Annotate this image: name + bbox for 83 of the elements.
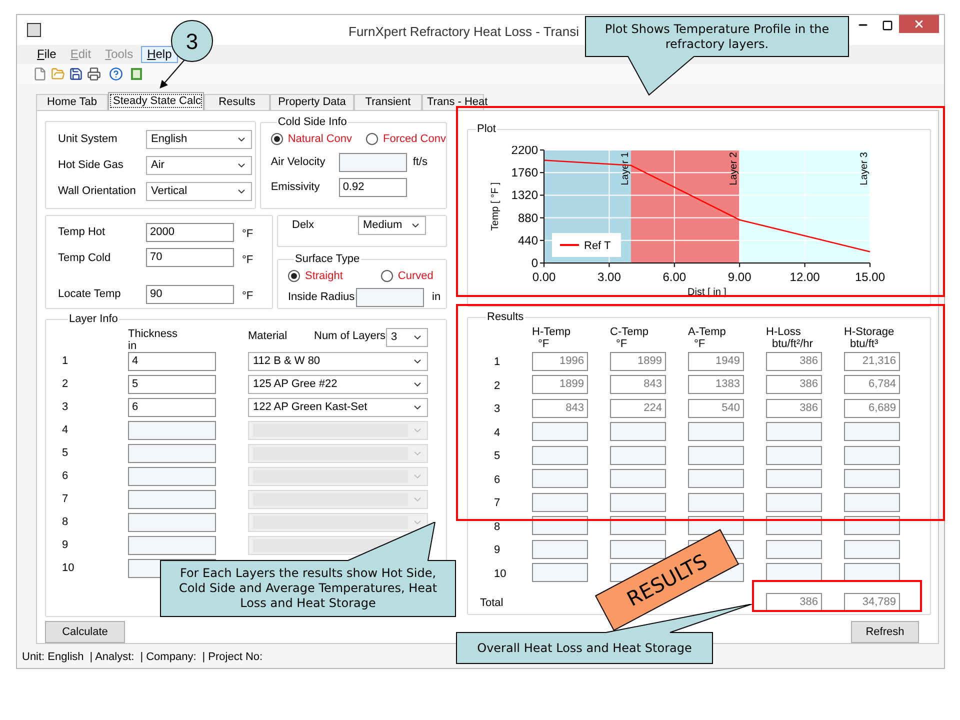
row-number: 3	[494, 403, 500, 416]
unit-label: °F	[615, 338, 628, 350]
field-label: Temp Hot	[58, 225, 106, 240]
row-number: 10	[494, 568, 506, 580]
x-tick-label: 0.00	[532, 270, 556, 284]
row-number: 1	[62, 354, 70, 369]
field-label: Num of Layers	[314, 328, 386, 344]
row-number: 10	[62, 560, 76, 576]
row-number: 5	[62, 446, 70, 461]
unit-label: °F	[537, 338, 550, 350]
y-tick-label: 880	[518, 210, 538, 225]
x-tick-label: 3.00	[598, 270, 621, 284]
row-number: 7	[494, 497, 500, 510]
x-tick-label: 12.00	[790, 270, 820, 284]
column-header: Thickness	[128, 328, 179, 340]
column-header: A-Temp	[688, 326, 727, 338]
group-title: Plot	[476, 122, 497, 138]
column-header: H-Temp	[532, 326, 572, 338]
row-number: 8	[62, 514, 70, 530]
field-label: Air Velocity	[270, 155, 326, 170]
column-header: Material	[248, 328, 288, 344]
field-label: Temp Cold	[58, 250, 112, 266]
layer-label: Layer 1	[620, 152, 631, 186]
row-number: 1	[494, 356, 500, 368]
window-title: FurnXpert Refractory Heat Loss - Transi	[348, 23, 579, 41]
legend-label: Ref T	[584, 240, 611, 252]
radio-label: Natural Conv	[288, 132, 352, 147]
x-tick-label: 9.00	[728, 270, 752, 284]
unit-label: °F	[242, 227, 254, 242]
unit-label: °F	[242, 289, 254, 304]
field-label: Inside Radius	[288, 290, 356, 306]
row-number: 5	[494, 450, 500, 462]
field-label: Locate Temp	[58, 287, 122, 302]
radio-label: Curved	[398, 268, 434, 284]
callout-text: Overall Heat Loss and Heat Storage	[477, 640, 692, 656]
radio-label: Straight	[305, 268, 343, 284]
x-tick-label: 15.00	[854, 270, 886, 284]
y-tick-label: 0	[531, 256, 538, 270]
group-title: Layer Info	[68, 312, 119, 328]
status-text: | Company:	[140, 650, 196, 665]
unit-label: in	[432, 290, 441, 306]
status-text: | Analyst:	[90, 650, 134, 665]
group-title: Surface Type	[294, 252, 361, 268]
y-tick-label: 1320	[511, 188, 538, 202]
field-label: Hot Side Gas	[58, 158, 124, 174]
row-number: 2	[494, 380, 500, 392]
row-number: 9	[62, 538, 70, 553]
radio-label: Forced Conv	[383, 132, 446, 147]
status-text: | Project No:	[202, 650, 263, 665]
group-title: Results	[486, 310, 525, 326]
row-number: 8	[494, 520, 500, 533]
y-tick-label: 1760	[511, 165, 538, 180]
unit-label: °F	[242, 252, 254, 268]
row-number: 6	[62, 468, 70, 484]
group-title: Cold Side Info	[276, 115, 348, 130]
unit-label: btu/ft³	[849, 338, 880, 350]
x-tick-label: 6.00	[662, 270, 686, 284]
field-label: Wall Orientation	[58, 184, 137, 200]
unit-label: °F	[693, 338, 706, 350]
callout-text: Plot Shows Temperature Profile in the refractory layers.	[604, 22, 830, 52]
column-header: H-Storage	[844, 326, 896, 338]
field-label: Unit System	[58, 132, 118, 148]
row-number: 9	[494, 544, 500, 556]
layer-label: Layer 3	[859, 152, 870, 186]
row-number: 3	[62, 400, 70, 415]
row-number: 2	[62, 376, 70, 392]
row-number: 4	[494, 426, 500, 439]
row-number: 6	[494, 474, 500, 486]
y-tick-label: 440	[518, 233, 538, 248]
unit-label: in	[128, 340, 138, 352]
callout-text: For Each Layers the results show Hot Side, Cold Side and Average Temperatures, Heat Loss and Heat Storage	[178, 566, 438, 611]
row-number: 4	[62, 422, 70, 438]
layer-label: Layer 2	[728, 152, 740, 186]
column-header: C-Temp	[610, 326, 650, 338]
total-label: Total	[480, 597, 504, 610]
status-text: Unit: English	[22, 650, 84, 665]
y-axis-title: Temp [ °F ]	[490, 182, 501, 230]
field-label: Emissivity	[270, 180, 321, 196]
unit-label: ft/s	[412, 155, 428, 170]
unit-label: btu/ft²/hr	[771, 338, 814, 350]
column-header: H-Loss	[766, 326, 802, 338]
field-label: Delx	[292, 218, 316, 234]
row-number: 7	[62, 492, 70, 507]
